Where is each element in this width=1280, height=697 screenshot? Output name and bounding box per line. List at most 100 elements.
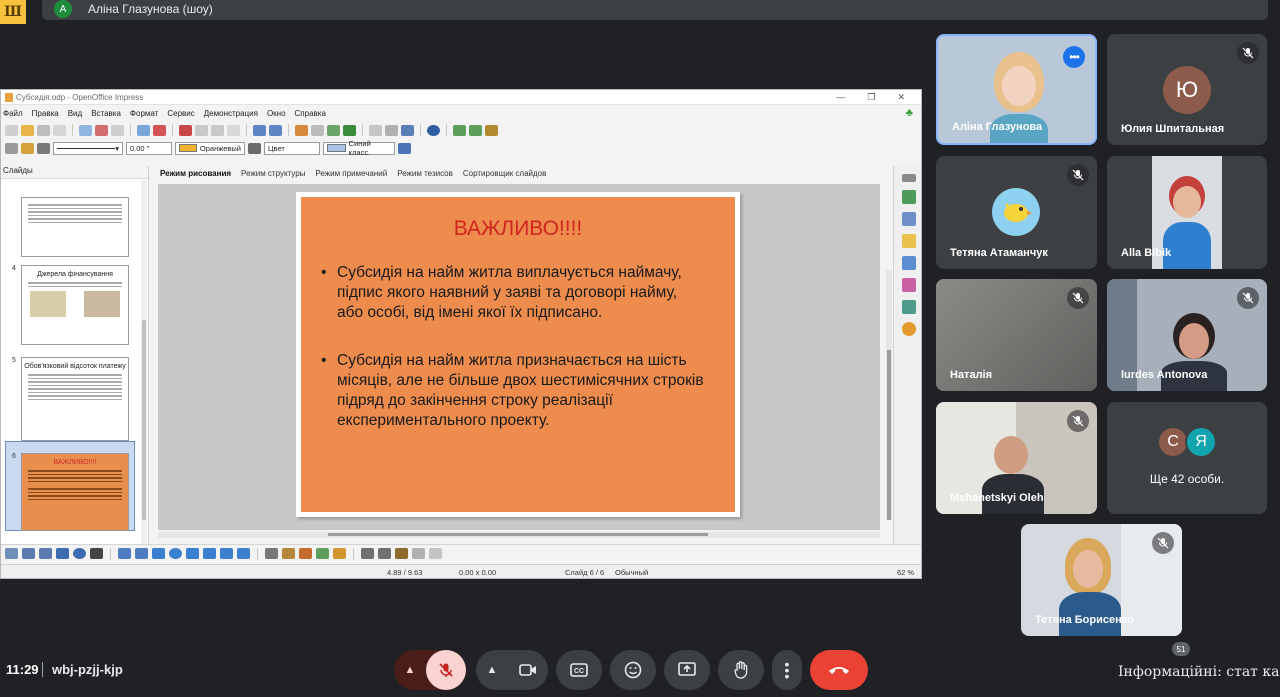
microphone-control[interactable]: ▲ (394, 650, 466, 690)
chart-icon[interactable] (295, 124, 308, 136)
from-file-icon[interactable] (316, 548, 329, 559)
participant-tile[interactable]: lurdes Antonova (1107, 279, 1267, 391)
tab-outline[interactable]: Режим структуры (239, 169, 307, 183)
arrow-line-icon[interactable] (39, 548, 52, 559)
menu-file[interactable]: Файл (3, 109, 23, 118)
chevron-up-icon[interactable]: ▲ (476, 650, 508, 690)
export-pdf-icon[interactable] (95, 124, 108, 136)
table-icon[interactable] (311, 124, 324, 136)
block-arrows-icon[interactable] (186, 548, 199, 559)
current-slide[interactable]: ВАЖЛИВО!!!! • Субсидія на найм житла вип… (296, 192, 740, 517)
flowchart-icon[interactable] (203, 548, 216, 559)
participant-tile[interactable]: Тетяна Атаманчук (936, 156, 1097, 269)
basic-shapes-icon[interactable] (152, 548, 165, 559)
select-arrow-icon[interactable] (5, 548, 18, 559)
new-document-icon[interactable] (5, 124, 18, 136)
menu-insert[interactable]: Вставка (91, 109, 121, 118)
copy-icon[interactable] (195, 124, 208, 136)
tab-notes[interactable]: Режим примечаний (313, 169, 389, 183)
redo-icon[interactable] (269, 124, 282, 136)
properties-icon[interactable] (901, 190, 916, 204)
shadow-icon[interactable] (398, 142, 411, 154)
more-options-button[interactable]: • • • (772, 650, 802, 690)
menu-window[interactable]: Окно (267, 109, 286, 118)
tab-slide-sorter[interactable]: Сортировщик слайдов (461, 169, 549, 183)
symbol-shapes-icon[interactable] (169, 548, 182, 559)
line-style-select[interactable]: ▾ (53, 141, 123, 155)
zoom-level[interactable]: 62 % (897, 568, 914, 577)
more-options-icon[interactable]: ••• (1063, 46, 1085, 68)
fontwork-icon[interactable] (299, 548, 312, 559)
line-icon[interactable] (22, 548, 35, 559)
slide-thumbnail-5[interactable]: Обов'язковий відсоток платежу (21, 357, 129, 441)
align-icon[interactable] (378, 548, 391, 559)
master-pages-icon[interactable] (901, 212, 916, 226)
participant-tile-others[interactable]: С Я Ще 42 особи. (1107, 402, 1267, 514)
menu-help[interactable]: Справка (295, 109, 326, 118)
mic-off-icon[interactable] (426, 650, 466, 690)
extension-icon[interactable]: ♣ (906, 107, 913, 119)
slideshow-icon[interactable] (485, 124, 498, 136)
tab-handout[interactable]: Режим тезисов (395, 169, 455, 183)
custom-animation-icon[interactable] (901, 256, 916, 270)
participant-tile[interactable]: Ю Юлия Шпитальная (1107, 34, 1267, 145)
layouts-icon[interactable] (901, 234, 916, 248)
menu-edit[interactable]: Правка (32, 109, 59, 118)
close-icon[interactable]: ✕ (897, 92, 905, 103)
paste-icon[interactable] (211, 124, 224, 136)
rotate-icon[interactable] (361, 548, 374, 559)
participant-tile[interactable]: Mshanetskyi Oleh (936, 402, 1097, 514)
ellipse-icon[interactable] (73, 548, 86, 559)
spellcheck-icon[interactable] (137, 124, 150, 136)
slide-thumbnail-3[interactable] (21, 197, 129, 257)
line-color-select[interactable]: Синий класс. (323, 139, 395, 157)
chevron-up-icon[interactable]: ▲ (394, 650, 426, 690)
menu-tools[interactable]: Сервис (167, 109, 194, 118)
reactions-button[interactable] (610, 650, 656, 690)
line-width-field[interactable]: 0.00 " (126, 141, 172, 155)
points-icon[interactable] (265, 548, 278, 559)
gallery-icon[interactable] (901, 300, 916, 314)
zoom-icon[interactable] (401, 124, 414, 136)
participant-tile[interactable]: Alla Bibik (1107, 156, 1267, 269)
canvas-horizontal-scrollbar[interactable] (158, 532, 880, 538)
raise-hand-button[interactable] (718, 650, 764, 690)
callouts-icon[interactable] (220, 548, 233, 559)
slides-pane-scrollbar[interactable] (141, 180, 147, 556)
curve-icon[interactable] (118, 548, 131, 559)
grid-icon[interactable] (369, 124, 382, 136)
color-mode-select[interactable]: Цвет (264, 141, 320, 155)
participant-tile[interactable]: Наталія (936, 279, 1097, 391)
print-icon[interactable] (111, 124, 124, 136)
menu-view[interactable]: Вид (68, 109, 82, 118)
present-screen-button[interactable] (664, 650, 710, 690)
image-icon[interactable] (327, 124, 340, 136)
rectangle-icon[interactable] (56, 548, 69, 559)
slide-thumbnail-6[interactable]: ВАЖЛИВО!!!! (21, 453, 129, 531)
tab-drawing[interactable]: Режим рисования (158, 169, 233, 183)
edit-file-icon[interactable] (79, 124, 92, 136)
navigator-icon[interactable] (343, 124, 356, 136)
text-icon[interactable] (90, 548, 103, 559)
leave-call-button[interactable] (810, 650, 868, 690)
slide-icon[interactable] (453, 124, 466, 136)
extrusion-icon[interactable] (412, 548, 425, 559)
participant-tile[interactable]: Тетяна Борисенко (1021, 524, 1182, 636)
autospell-icon[interactable] (153, 124, 166, 136)
participant-tile[interactable]: ••• Аліна Глазунова (936, 34, 1097, 145)
arrow-style-icon[interactable] (37, 142, 50, 154)
minimize-icon[interactable]: — (836, 92, 845, 103)
camera-icon[interactable] (508, 650, 548, 690)
navigator-icon[interactable] (901, 322, 916, 336)
undo-icon[interactable] (253, 124, 266, 136)
camera-control[interactable]: ▲ (476, 650, 548, 690)
captions-button[interactable]: CC (556, 650, 602, 690)
menu-icon[interactable] (901, 174, 916, 182)
arrange-icon[interactable] (395, 548, 408, 559)
open-folder-icon[interactable] (21, 124, 34, 136)
slide-design-icon[interactable] (469, 124, 482, 136)
slide-canvas[interactable]: ВАЖЛИВО!!!! • Субсидія на найм житла вип… (158, 184, 880, 530)
fill-color-select[interactable]: Оранжевый (175, 141, 245, 155)
email-icon[interactable] (53, 124, 66, 136)
save-icon[interactable] (37, 124, 50, 136)
